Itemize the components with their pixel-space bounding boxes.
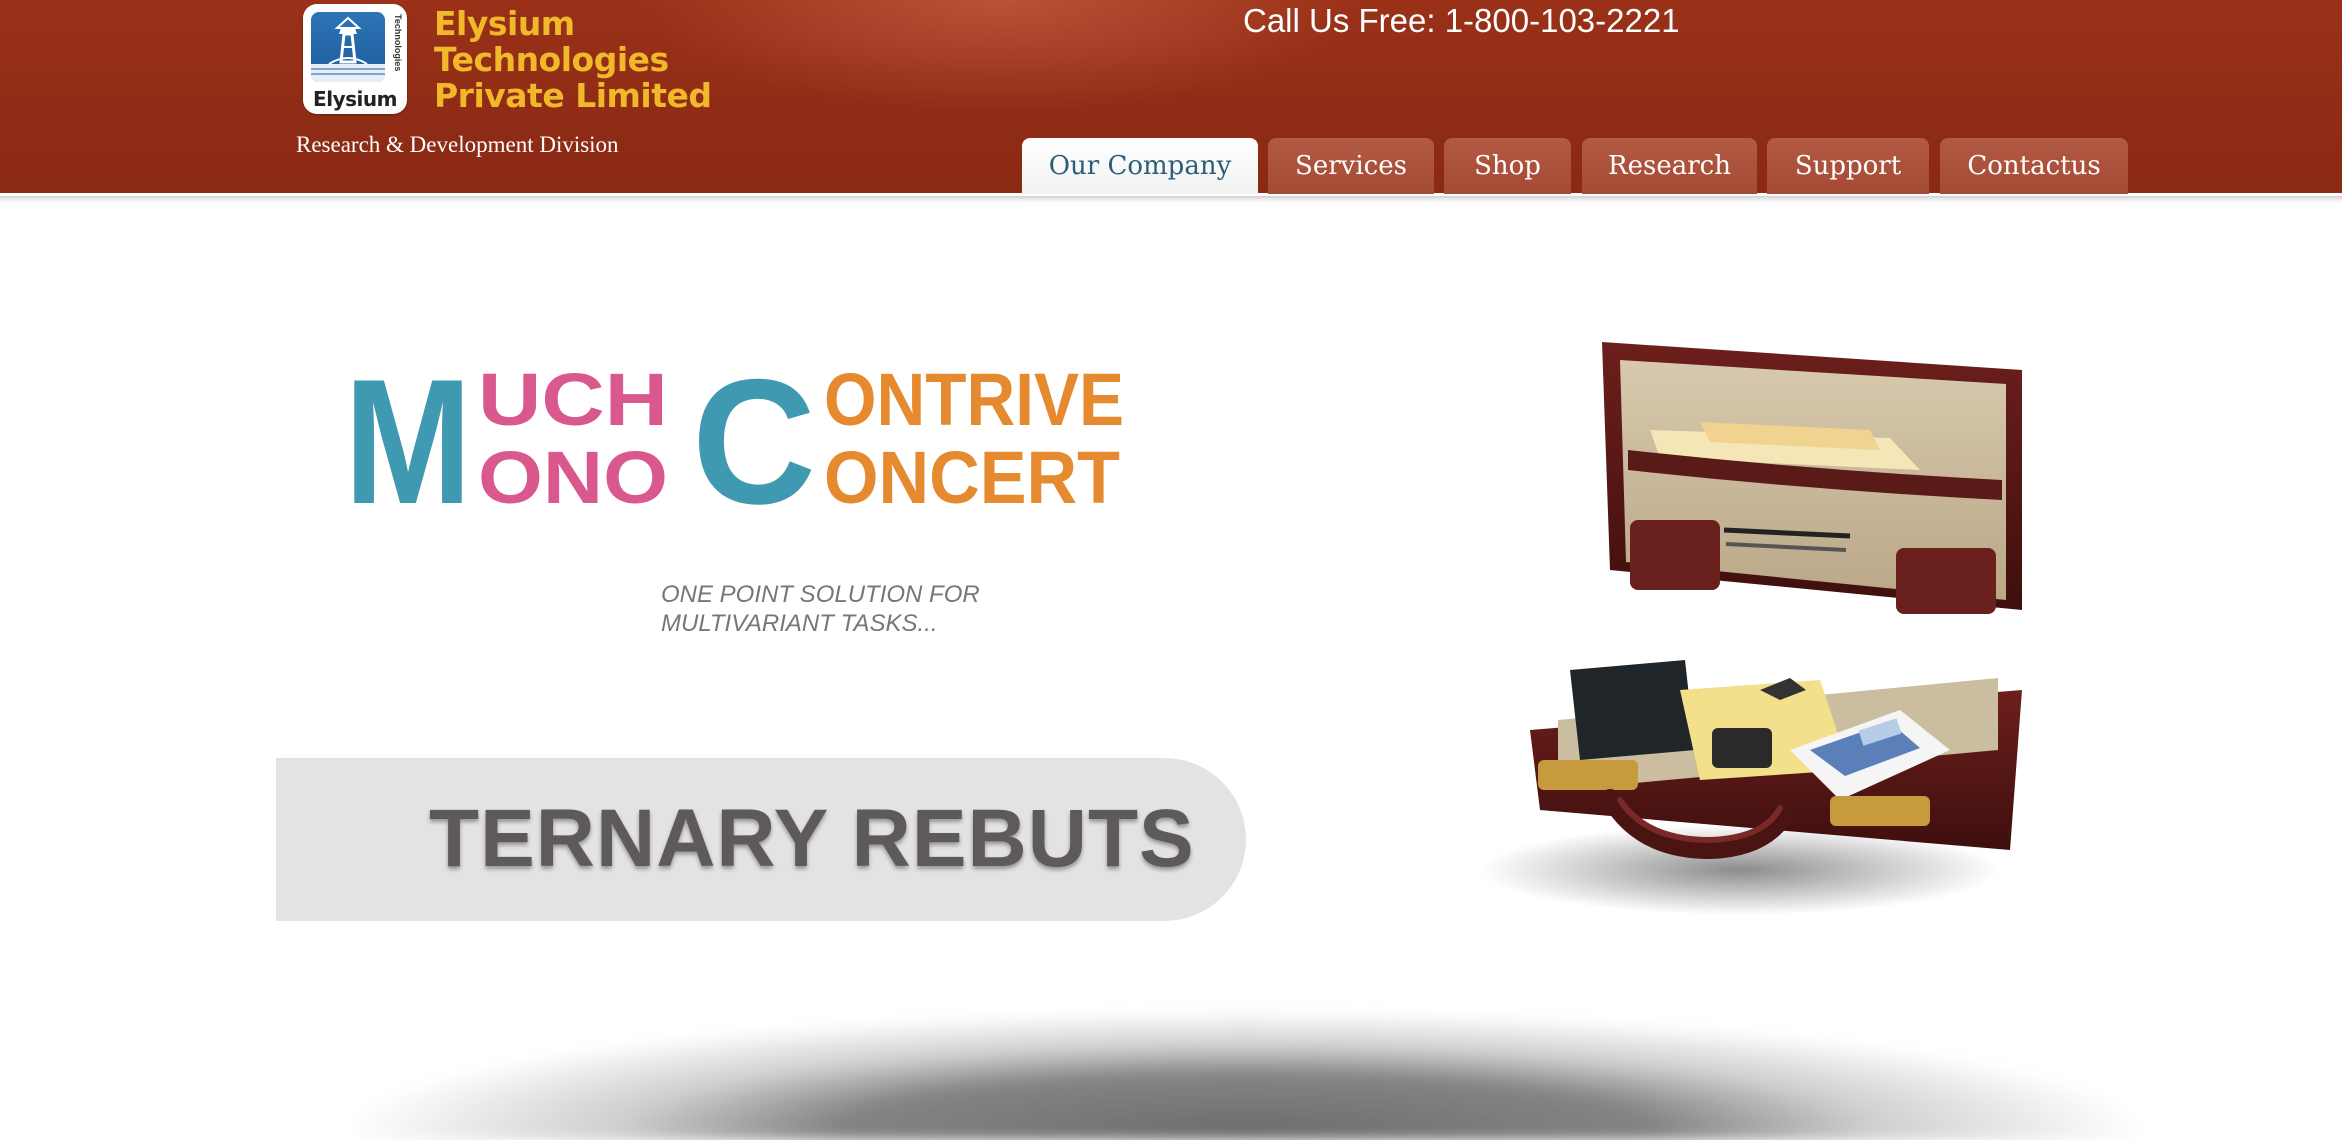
- tagline-line: MULTIVARIANT TASKS...: [661, 610, 938, 637]
- briefcase-image: [1480, 342, 2022, 915]
- title-big-c: C: [692, 355, 816, 525]
- title-ontrive: ONTRIVE: [824, 358, 1124, 441]
- header-divider: [0, 193, 2342, 203]
- tab-services[interactable]: Services: [1268, 138, 1434, 194]
- tab-support[interactable]: Support: [1767, 138, 1929, 194]
- title-oncert: ONCERT: [824, 436, 1120, 519]
- banner-text: TERNARY REBUTS: [429, 793, 1195, 884]
- call-us-phone: Call Us Free: 1-800-103-2221: [1243, 2, 1680, 39]
- company-name-line: Technologies: [434, 40, 669, 79]
- tab-research[interactable]: Research: [1582, 138, 1757, 194]
- tab-contactus[interactable]: Contactus: [1940, 138, 2128, 194]
- division-subtitle: Research & Development Division: [296, 132, 619, 157]
- tower-icon: [311, 12, 385, 82]
- title-big-m: M: [344, 355, 472, 525]
- logo-wordmark: Elysium: [313, 87, 397, 111]
- logo-side-text: Technologies: [393, 14, 403, 72]
- title-uch: UCH: [478, 358, 668, 441]
- company-name-line: Private Limited: [434, 76, 712, 115]
- company-logo[interactable]: Technologies Elysium: [303, 4, 407, 114]
- tagline-line: ONE POINT SOLUTION FOR: [661, 581, 980, 608]
- company-name: Elysium Technologies Private Limited: [434, 6, 754, 114]
- floor-shadow: [330, 1000, 2160, 1140]
- tab-our-company[interactable]: Our Company: [1022, 138, 1258, 194]
- company-name-line: Elysium: [434, 4, 575, 43]
- tab-shop[interactable]: Shop: [1444, 138, 1571, 194]
- hero-tagline: ONE POINT SOLUTION FOR MULTIVARIANT TASK…: [661, 580, 980, 638]
- title-ono: ONO: [478, 436, 668, 519]
